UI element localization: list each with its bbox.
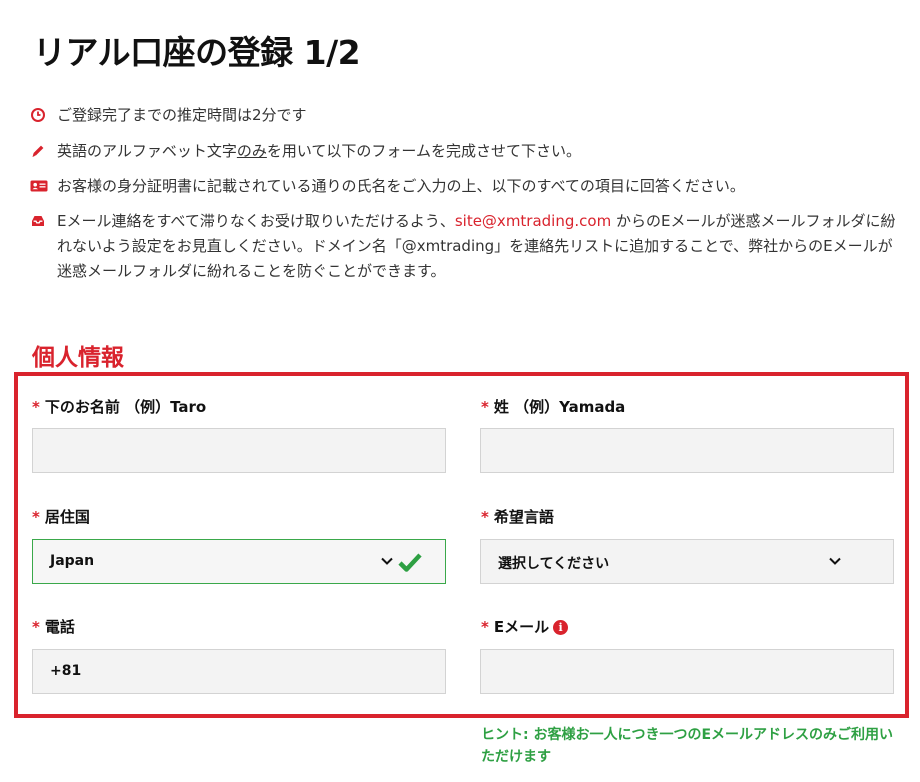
clock-icon xyxy=(31,108,45,122)
info-estimated-time: ご登録完了までの推定時間は2分です xyxy=(30,103,890,128)
info-email-notice: Eメール連絡をすべて滞りなくお受け取りいただけるよう、site@xmtradin… xyxy=(30,209,898,284)
language-label: * 希望言語 xyxy=(481,508,554,526)
pencil-icon xyxy=(32,145,44,157)
info-id-document: お客様の身分証明書に記載されている通りの氏名をご入力の上、以下のすべての項目に回… xyxy=(30,174,890,199)
first-name-input[interactable] xyxy=(32,428,446,473)
last-name-input[interactable] xyxy=(480,428,894,473)
required-mark: * xyxy=(32,618,40,636)
language-select[interactable]: 選択してください xyxy=(480,539,894,584)
country-value: Japan xyxy=(50,553,95,569)
info-icon[interactable]: i xyxy=(553,620,569,635)
info-email-pre: Eメール連絡をすべて滞りなくお受け取りいただけるよう、 xyxy=(57,212,455,230)
info-id-text: お客様の身分証明書に記載されている通りの氏名をご入力の上、以下のすべての項目に回… xyxy=(57,177,745,195)
language-value: 選択してください xyxy=(498,556,610,572)
phone-input[interactable]: +81 xyxy=(32,649,446,694)
chevron-down-icon xyxy=(829,557,841,565)
required-mark: * xyxy=(481,508,489,526)
first-name-label: * 下のお名前 （例）Taro xyxy=(32,398,207,416)
country-label: * 居住国 xyxy=(32,508,90,526)
phone-label: * 電話 xyxy=(32,618,75,636)
email-hint: ヒント: お客様お一人につき一つのEメールアドレスのみご利用いただけます xyxy=(481,727,894,765)
required-mark: * xyxy=(32,508,40,526)
info-alphabet-emphasis: のみ xyxy=(236,142,267,160)
chevron-down-icon xyxy=(381,557,393,565)
info-alphabet-post: を用いて以下のフォームを完成させて下さい。 xyxy=(266,142,581,160)
section-title: 個人情報 xyxy=(32,345,124,371)
id-card-icon xyxy=(30,180,48,192)
required-mark: * xyxy=(481,398,489,416)
last-name-label: * 姓 （例）Yamada xyxy=(481,398,626,416)
email-input[interactable] xyxy=(480,649,894,694)
required-mark: * xyxy=(481,618,489,636)
page-title: リアル口座の登録 1/2 xyxy=(33,33,361,72)
info-alphabet-pre: 英語のアルファベット文字 xyxy=(57,142,237,160)
email-label: * Eメール i xyxy=(481,616,569,637)
info-time-text: ご登録完了までの推定時間は2分です xyxy=(57,106,307,124)
support-email-link[interactable]: site@xmtrading.com xyxy=(455,212,611,230)
inbox-icon xyxy=(32,216,44,226)
country-select[interactable]: Japan xyxy=(32,539,446,584)
phone-value: +81 xyxy=(50,663,82,679)
checkmark-icon xyxy=(398,553,422,572)
info-alphabet: 英語のアルファベット文字のみを用いて以下のフォームを完成させて下さい。 xyxy=(30,139,890,164)
required-mark: * xyxy=(32,398,40,416)
